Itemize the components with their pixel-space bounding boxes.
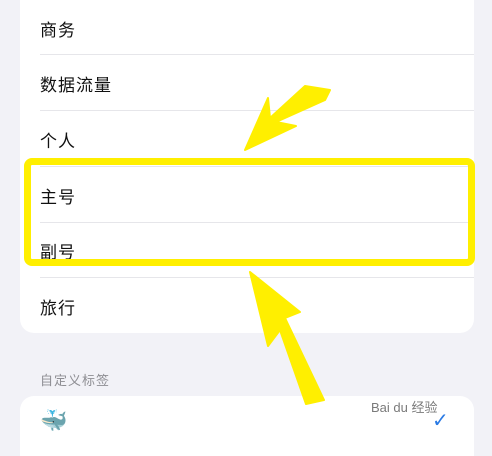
watermark: Bai du 经验 [368, 396, 441, 417]
arrow-down-left [244, 85, 331, 151]
arrow-up [249, 271, 325, 405]
watermark-text: Bai du 经验 [371, 400, 438, 415]
annotation-arrows [244, 85, 331, 405]
